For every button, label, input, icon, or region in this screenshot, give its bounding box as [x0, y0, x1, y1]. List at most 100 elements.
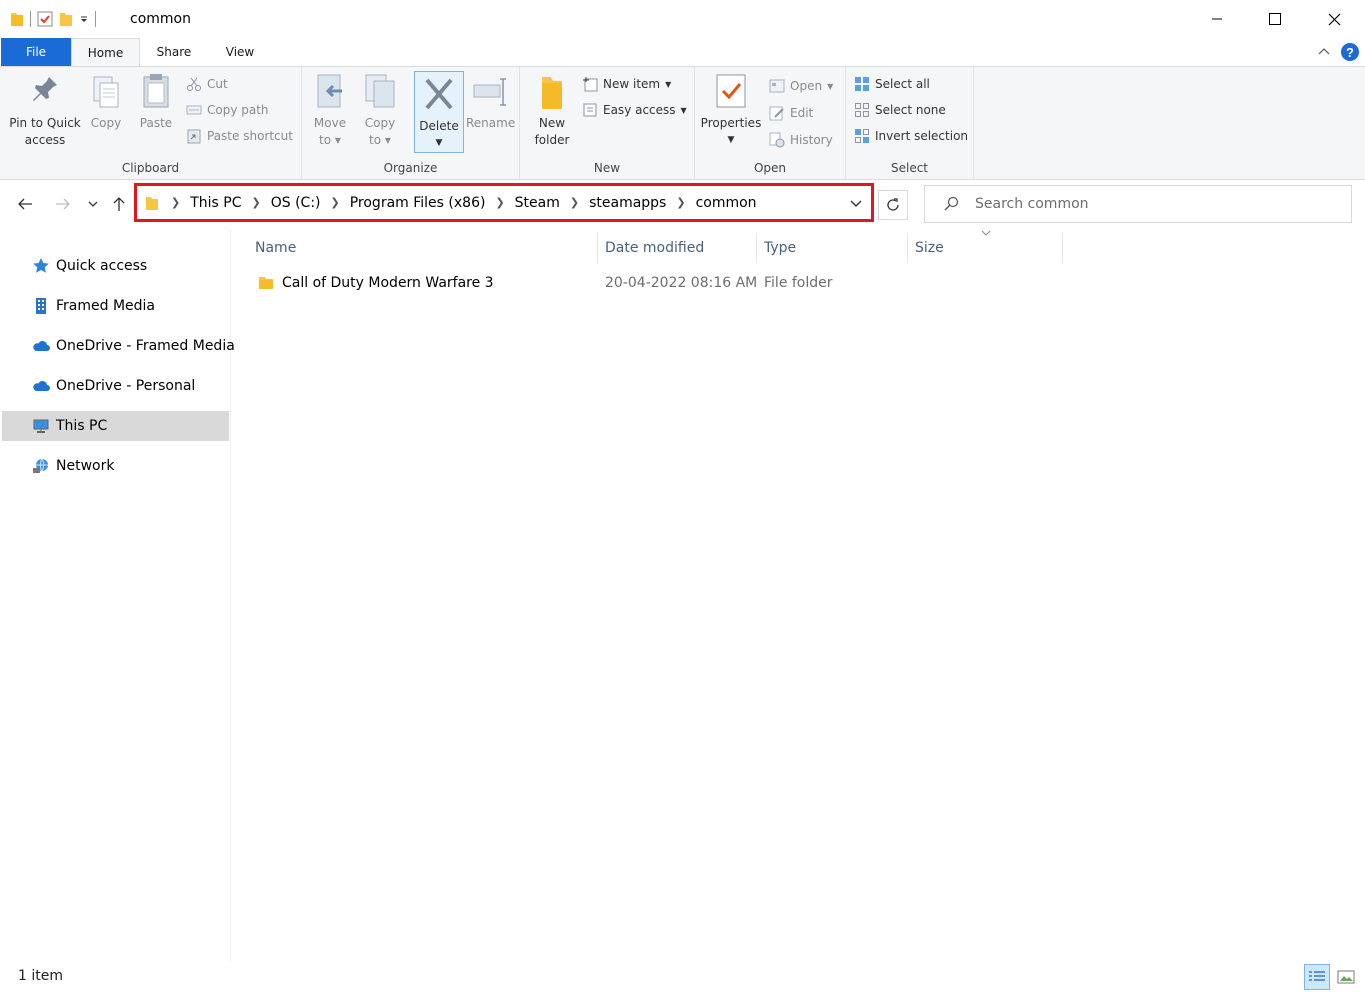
forward-button[interactable]	[52, 193, 74, 215]
paste-shortcut-button[interactable]: Paste shortcut	[186, 125, 293, 147]
up-button[interactable]	[108, 193, 130, 215]
navigation-pane: Quick access Framed Media OneDrive - Fra…	[0, 229, 235, 962]
file-type: File folder	[764, 275, 833, 291]
nav-item-framed-media[interactable]: Framed Media	[2, 291, 229, 321]
edit-button[interactable]: Edit	[769, 102, 813, 124]
ribbon-tabs: File Home Share View ?	[0, 38, 1365, 67]
minimize-button[interactable]	[1188, 0, 1246, 38]
column-header-type[interactable]: Type	[756, 233, 908, 263]
history-label: History	[790, 133, 833, 147]
large-icons-view-button[interactable]	[1333, 964, 1359, 990]
new-item-icon	[583, 77, 598, 92]
copy-path-button[interactable]: Copy path	[186, 99, 269, 121]
clipboard-group-label: Clipboard	[121, 161, 180, 175]
chevron-right-icon[interactable]: ❯	[495, 196, 504, 209]
item-count: 1 item	[18, 968, 63, 984]
new-item-label: New item	[603, 77, 661, 91]
file-date-modified: 20-04-2022 08:16 AM	[605, 275, 758, 291]
breadcrumb-common[interactable]: common	[696, 195, 757, 211]
back-arrow-icon	[18, 198, 32, 210]
new-folder-icon[interactable]	[59, 11, 73, 27]
network-icon	[33, 458, 48, 473]
paste-button[interactable]: Paste	[136, 71, 176, 132]
pin-to-quick-access-button[interactable]: Pin to Quick access	[6, 71, 84, 149]
chevron-right-icon[interactable]: ❯	[252, 196, 261, 209]
refresh-icon	[887, 198, 899, 211]
history-button[interactable]: History	[769, 129, 833, 151]
copy-button[interactable]: Copy	[86, 71, 126, 132]
open-button[interactable]: Open ▼	[769, 75, 833, 97]
scissors-icon	[187, 77, 201, 91]
recent-locations-button[interactable]	[82, 193, 104, 215]
properties-button[interactable]: Properties ▼	[699, 71, 763, 149]
column-header-date-modified[interactable]: Date modified	[597, 233, 757, 263]
chevron-right-icon[interactable]: ❯	[676, 196, 685, 209]
tab-file[interactable]: File	[1, 38, 71, 66]
maximize-button[interactable]	[1246, 0, 1304, 38]
pin-icon	[33, 77, 57, 101]
tab-home[interactable]: Home	[71, 38, 140, 67]
chevron-right-icon[interactable]: ❯	[171, 196, 180, 209]
chevron-right-icon[interactable]: ❯	[331, 196, 340, 209]
refresh-button[interactable]	[878, 190, 908, 220]
nav-item-network[interactable]: Network	[2, 451, 229, 481]
sort-chevron-icon[interactable]	[980, 229, 992, 239]
search-input[interactable]	[975, 196, 1335, 212]
folder-icon	[11, 13, 23, 26]
breadcrumb-this-pc[interactable]: This PC	[190, 195, 241, 211]
nav-item-this-pc[interactable]: This PC	[2, 411, 229, 441]
breadcrumb: ❯ This PC ❯ OS (C:) ❯ Program Files (x86…	[145, 186, 757, 219]
nav-item-onedrive-personal[interactable]: OneDrive - Personal	[2, 371, 229, 401]
search-box[interactable]	[924, 185, 1352, 223]
new-group-label: New	[593, 161, 621, 175]
breadcrumb-os-c[interactable]: OS (C:)	[271, 195, 321, 211]
table-row[interactable]: Call of Duty Modern Warfare 3 20-04-2022…	[250, 271, 1050, 297]
help-icon[interactable]: ?	[1340, 42, 1360, 62]
breadcrumb-steam[interactable]: Steam	[515, 195, 560, 211]
paste-icon	[143, 74, 169, 108]
select-none-button[interactable]: Select none	[854, 99, 946, 121]
easy-access-button[interactable]: Easy access ▼	[582, 99, 687, 121]
breadcrumb-steamapps[interactable]: steamapps	[589, 195, 666, 211]
new-folder-button[interactable]: New folder	[530, 71, 574, 149]
details-view-button[interactable]	[1304, 964, 1330, 990]
new-folder-line1: New	[538, 116, 566, 130]
clipboard-group: Pin to Quick access Copy Paste Cut Copy …	[0, 67, 302, 179]
cut-button[interactable]: Cut	[186, 73, 228, 95]
address-bar[interactable]: ❯ This PC ❯ OS (C:) ❯ Program Files (x86…	[134, 183, 874, 222]
status-bar: 1 item	[0, 962, 1365, 992]
move-to-button[interactable]: Move to ▾	[310, 71, 350, 149]
address-dropdown-icon[interactable]	[849, 196, 863, 210]
delete-button[interactable]: Delete ▼	[414, 71, 464, 153]
easy-access-dropdown-icon: ▼	[680, 105, 687, 115]
close-button[interactable]	[1305, 0, 1363, 38]
nav-label: Network	[56, 458, 115, 474]
delete-x-icon	[425, 78, 453, 110]
select-none-label: Select none	[875, 103, 946, 117]
select-all-button[interactable]: Select all	[854, 73, 930, 95]
move-to-line1: Move	[313, 116, 347, 130]
customize-dropdown-icon[interactable]	[79, 14, 89, 24]
open-group-label: Open	[753, 161, 787, 175]
nav-item-onedrive-framed-media[interactable]: OneDrive - Framed Media	[2, 331, 235, 361]
large-icons-view-icon	[1337, 970, 1355, 984]
collapse-ribbon-icon[interactable]	[1317, 46, 1331, 56]
cloud-icon	[33, 341, 50, 351]
tab-share[interactable]: Share	[146, 38, 202, 66]
new-item-button[interactable]: New item ▼	[582, 73, 671, 95]
invert-selection-button[interactable]: Invert selection	[854, 125, 968, 147]
nav-item-quick-access[interactable]: Quick access	[2, 251, 229, 281]
copy-to-button[interactable]: Copy to ▾	[360, 71, 400, 149]
open-dropdown-icon: ▼	[827, 81, 834, 91]
tab-view[interactable]: View	[212, 38, 268, 66]
organize-group-label: Organize	[383, 161, 438, 175]
rename-button[interactable]: Rename	[466, 71, 515, 132]
properties-check-icon[interactable]	[37, 11, 53, 27]
breadcrumb-program-files[interactable]: Program Files (x86)	[350, 195, 486, 211]
file-explorer-window: common File Home Share View ? Pin to Qui…	[0, 0, 1365, 992]
building-icon	[36, 298, 46, 314]
back-button[interactable]	[14, 193, 36, 215]
address-bar-row: ❯ This PC ❯ OS (C:) ❯ Program Files (x86…	[0, 181, 1365, 229]
column-header-name[interactable]: Name	[247, 233, 598, 263]
chevron-right-icon[interactable]: ❯	[570, 196, 579, 209]
